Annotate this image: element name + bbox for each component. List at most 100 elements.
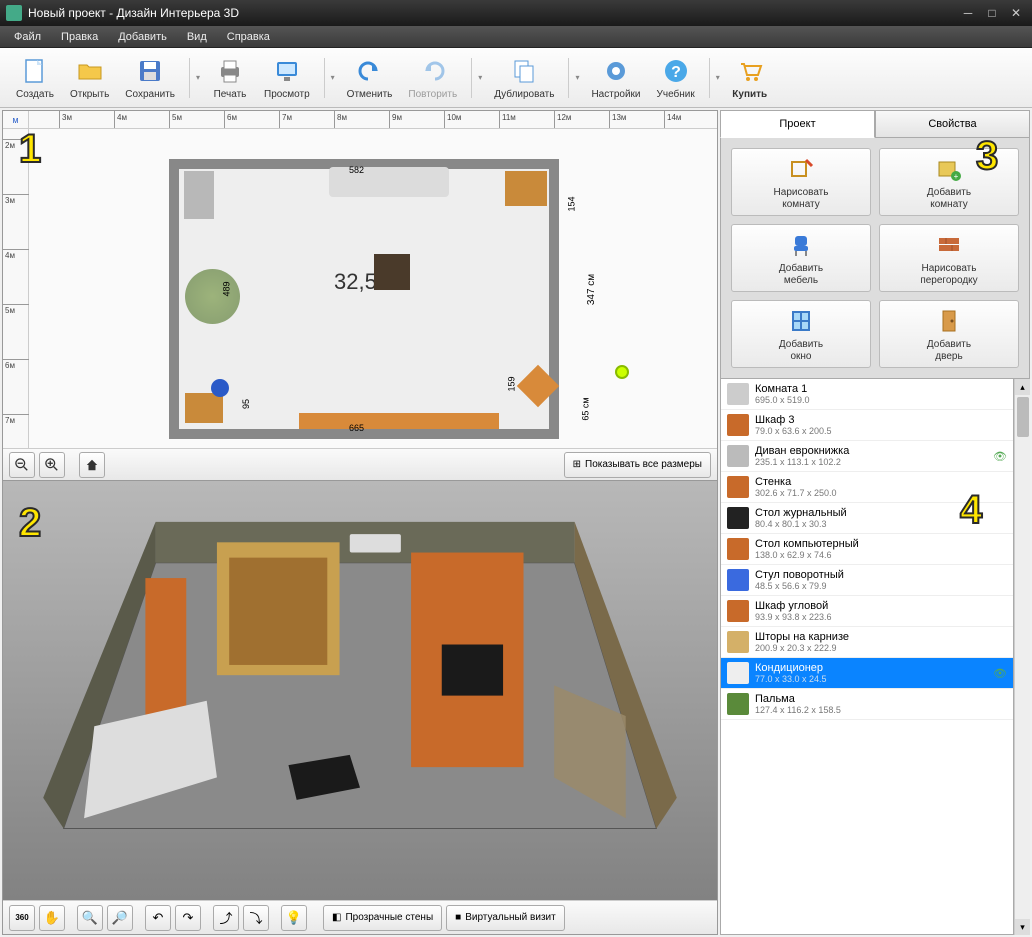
menu-help[interactable]: Справка [217, 28, 280, 46]
close-button[interactable]: ✕ [1006, 5, 1026, 21]
side-tabs: Проект Свойства [720, 110, 1030, 138]
menu-add[interactable]: Добавить [108, 28, 177, 46]
printer-icon [214, 55, 246, 87]
scene-item[interactable]: Стенка302.6 x 71.7 x 250.0 [721, 472, 1013, 503]
tilt-up-btn[interactable]: ⤴ [213, 905, 239, 931]
action-window-button[interactable]: Добавитьокно [731, 300, 871, 368]
furniture-wardrobe[interactable] [184, 171, 214, 219]
zoom-in-3d-btn[interactable]: 🔎 [107, 905, 133, 931]
scroll-up-btn[interactable]: ▴ [1015, 379, 1030, 395]
tab-project[interactable]: Проект [720, 110, 875, 138]
toolbar-file-button[interactable]: Создать [8, 51, 62, 104]
furniture-unit[interactable] [299, 413, 499, 429]
rotate360-btn[interactable]: 360 [9, 905, 35, 931]
scroll-down-btn[interactable]: ▾ [1015, 919, 1030, 935]
furniture-chair[interactable] [211, 379, 229, 397]
menu-file[interactable]: Файл [4, 28, 51, 46]
maximize-button[interactable]: □ [982, 5, 1002, 21]
zoom-out-btn[interactable] [9, 452, 35, 478]
furniture-plant[interactable] [185, 269, 240, 324]
action-chair-button[interactable]: Добавитьмебель [731, 224, 871, 292]
show-dims-btn[interactable]: ⊞Показывать все размеры [564, 452, 711, 478]
action-wall-button[interactable]: Нарисоватьперегородку [879, 224, 1019, 292]
dim-bottom: 665 [349, 423, 364, 433]
draw-room-icon [786, 154, 816, 184]
left-column: 1 2 м 3м4м5м6м7м8м9м10м11м12м13м14м 2м3м… [2, 110, 718, 935]
toolbar-redo-button[interactable]: Повторить [400, 51, 465, 104]
right-column: 3 4 Проект Свойства Нарисоватькомнату+До… [720, 110, 1030, 935]
minimize-button[interactable]: ─ [958, 5, 978, 21]
item-thumb-icon [727, 631, 749, 653]
pan-btn[interactable]: ✋ [39, 905, 65, 931]
wall-icon: ◧ [332, 912, 341, 923]
scene-item[interactable]: Шкаф 379.0 x 63.6 x 200.5 [721, 410, 1013, 441]
dim-right: 347 см [586, 274, 597, 305]
toolbar-monitor-button[interactable]: Просмотр [256, 51, 318, 104]
plan-2d-area: м 3м4м5м6м7м8м9м10м11м12м13м14м 2м3м4м5м… [3, 111, 717, 481]
scene-item[interactable]: Диван еврокнижка235.1 x 113.1 x 102.2👁 [721, 441, 1013, 472]
virtual-visit-btn[interactable]: ■Виртуальный визит [446, 905, 565, 931]
app-icon [6, 5, 22, 21]
furniture-corner-wardrobe[interactable] [517, 365, 559, 407]
visibility-eye-icon[interactable]: 👁 [993, 667, 1007, 680]
svg-text:?: ? [671, 64, 681, 81]
zoom-out-3d-btn[interactable]: 🔍 [77, 905, 103, 931]
dim-side-small: 159 [506, 376, 516, 391]
redo-icon [417, 55, 449, 87]
toolbar-cart-button[interactable]: Купить [724, 51, 776, 104]
action-draw-room-button[interactable]: Нарисоватькомнату [731, 148, 871, 216]
canvas-2d[interactable]: 32,52 347 см 154 582 [29, 129, 717, 448]
scene-item[interactable]: Стол компьютерный138.0 x 62.9 x 74.6 [721, 534, 1013, 565]
scene-item[interactable]: Стол журнальный80.4 x 80.1 x 30.3 [721, 503, 1013, 534]
furniture-table[interactable] [374, 254, 410, 290]
zoom-in-btn[interactable] [39, 452, 65, 478]
rotate-right-btn[interactable]: ↷ [175, 905, 201, 931]
item-thumb-icon [727, 600, 749, 622]
toolbar-gear-button[interactable]: Настройки [583, 51, 648, 104]
dim-right2: 154 [566, 196, 576, 211]
action-add-room-button[interactable]: +Добавитькомнату [879, 148, 1019, 216]
scene-item[interactable]: Пальма127.4 x 116.2 x 158.5 [721, 689, 1013, 720]
menu-view[interactable]: Вид [177, 28, 217, 46]
handle-point[interactable] [615, 365, 629, 379]
toolbar-printer-button[interactable]: Печать [204, 51, 256, 104]
scene-item[interactable]: Шторы на карнизе200.9 x 20.3 x 222.9 [721, 627, 1013, 658]
home-btn[interactable] [79, 452, 105, 478]
item-thumb-icon [727, 569, 749, 591]
furniture-sofa[interactable] [329, 167, 449, 197]
toolbar-undo-button[interactable]: Отменить [339, 51, 401, 104]
add-room-icon: + [934, 154, 964, 184]
scene-item[interactable]: Шкаф угловой93.9 x 93.8 x 223.6 [721, 596, 1013, 627]
transparent-walls-btn[interactable]: ◧Прозрачные стены [323, 905, 442, 931]
item-thumb-icon [727, 662, 749, 684]
room-outline[interactable]: 32,52 347 см 154 582 [169, 159, 559, 439]
scene-item[interactable]: Кондиционер77.0 x 33.0 x 24.5👁 [721, 658, 1013, 689]
file-icon [19, 55, 51, 87]
scene-item[interactable]: Комната 1695.0 x 519.0 [721, 379, 1013, 410]
scroll-thumb[interactable] [1017, 397, 1029, 437]
item-thumb-icon [727, 538, 749, 560]
app-window: Новый проект - Дизайн Интерьера 3D ─ □ ✕… [0, 0, 1032, 937]
furniture-desk[interactable] [185, 393, 223, 423]
toolbar-disk-button[interactable]: Сохранить [117, 51, 183, 104]
menu-edit[interactable]: Правка [51, 28, 108, 46]
tilt-down-btn[interactable]: ⤵ [243, 905, 269, 931]
action-door-button[interactable]: Добавитьдверь [879, 300, 1019, 368]
scene-item[interactable]: Стул поворотный48.5 x 56.6 x 79.9 [721, 565, 1013, 596]
door-icon [934, 306, 964, 336]
furniture-desk-corner[interactable] [505, 171, 547, 206]
toolbar-copy-button[interactable]: Дублировать [486, 51, 562, 104]
light-btn[interactable]: 💡 [281, 905, 307, 931]
preview-3d[interactable] [3, 481, 717, 900]
scene-scrollbar[interactable]: ▴ ▾ [1014, 379, 1030, 935]
toolbar-help-button[interactable]: ?Учебник [649, 51, 703, 104]
rotate-left-btn[interactable]: ↶ [145, 905, 171, 931]
toolbar-folder-button[interactable]: Открыть [62, 51, 117, 104]
visibility-eye-icon[interactable]: 👁 [993, 450, 1007, 463]
item-thumb-icon [727, 445, 749, 467]
tab-properties[interactable]: Свойства [875, 110, 1030, 138]
monitor-icon [271, 55, 303, 87]
main-area: 1 2 м 3м4м5м6м7м8м9м10м11м12м13м14м 2м3м… [0, 108, 1032, 937]
help-icon: ? [660, 55, 692, 87]
bottom-toolbar: 360 ✋ 🔍 🔎 ↶ ↷ ⤴ ⤵ 💡 ◧Прозрачные стены ■В… [3, 900, 717, 934]
